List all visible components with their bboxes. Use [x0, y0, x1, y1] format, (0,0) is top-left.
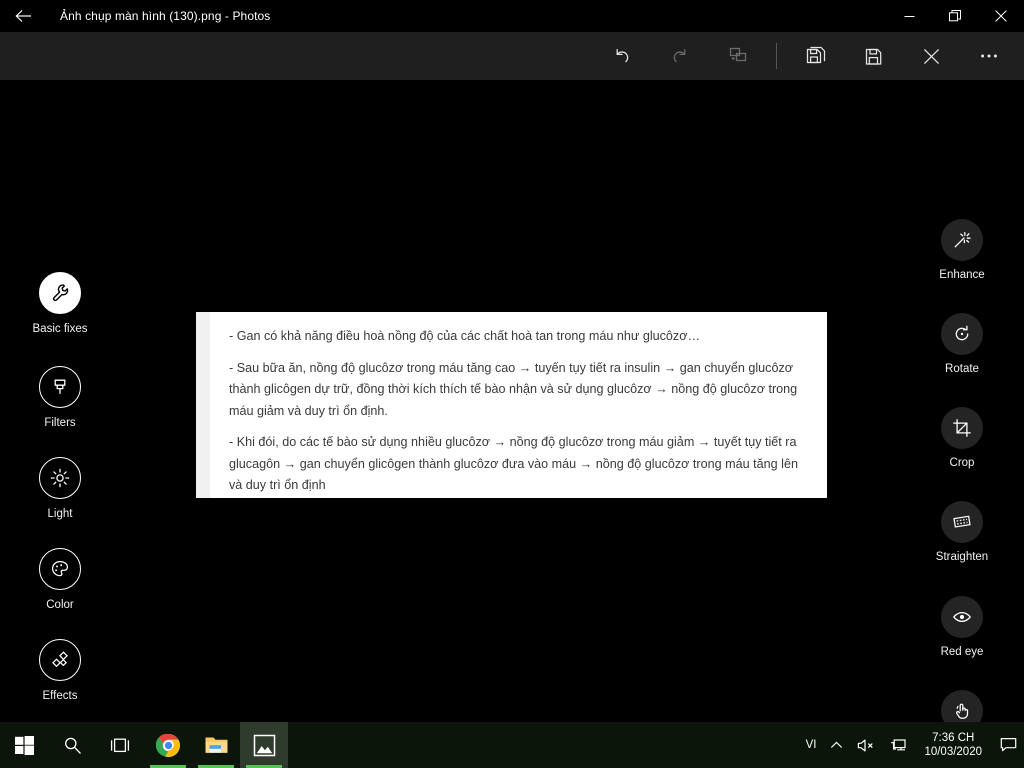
clock-time: 7:36 CH	[932, 732, 975, 744]
photo-image[interactable]: - Gan có khả năng điều hoà nồng độ của c…	[196, 312, 827, 498]
taskbar-item-chrome[interactable]	[144, 722, 192, 768]
editor-toolbar	[0, 32, 1024, 80]
sidebar-item-label: Filters	[44, 417, 76, 429]
rotate-icon	[941, 313, 983, 355]
edit-category-rail: Basic fixes Filters Light Color Effects	[0, 160, 120, 768]
photo-left-gutter	[196, 312, 210, 498]
window-controls	[886, 0, 1024, 32]
sidebar-item-label: Light	[47, 508, 73, 520]
windows-taskbar: VI 7:36 CH 10/03/2020	[0, 722, 1024, 768]
sidebar-item-label: Effects	[42, 690, 78, 702]
eye-icon	[941, 596, 983, 638]
taskbar-item-photos[interactable]	[240, 722, 288, 768]
brush-icon	[39, 366, 81, 408]
magic-wand-icon	[941, 219, 983, 261]
tool-label: Enhance	[939, 269, 985, 281]
photo-canvas: - Gan có khả năng điều hoà nồng độ của c…	[0, 80, 1024, 752]
photo-paragraph: - Sau bữa ăn, nồng độ glucôzơ trong máu …	[229, 360, 798, 418]
close-button[interactable]	[978, 0, 1024, 32]
cancel-button[interactable]	[902, 34, 960, 78]
sidebar-item-label: Basic fixes	[32, 323, 88, 335]
taskbar-item-start[interactable]	[0, 722, 48, 768]
back-button[interactable]	[0, 0, 46, 32]
taskbar-item-task-view[interactable]	[96, 722, 144, 768]
minimize-button[interactable]	[886, 0, 932, 32]
sidebar-item-label: Color	[46, 599, 74, 611]
show-hidden-icons-button[interactable]	[823, 722, 850, 768]
system-tray: VI 7:36 CH 10/03/2020	[799, 722, 1024, 768]
straighten-icon	[941, 501, 983, 543]
network-icon[interactable]	[882, 722, 914, 768]
redo-button[interactable]	[651, 34, 709, 78]
tool-enhance[interactable]: Enhance	[900, 219, 1024, 281]
wrench-icon	[39, 272, 81, 314]
tool-straighten[interactable]: Straighten	[900, 501, 1024, 563]
sidebar-item-color[interactable]: Color	[0, 548, 120, 611]
tool-crop[interactable]: Crop	[900, 407, 1024, 469]
window-title: Ảnh chụp màn hình (130).png - Photos	[60, 9, 271, 23]
tool-rotate[interactable]: Rotate	[900, 313, 1024, 375]
sun-icon	[39, 457, 81, 499]
title-bar: Ảnh chụp màn hình (130).png - Photos	[0, 0, 1024, 32]
sidebar-item-light[interactable]: Light	[0, 457, 120, 520]
tool-red-eye[interactable]: Red eye	[900, 596, 1024, 658]
sidebar-item-basic-fixes[interactable]: Basic fixes	[0, 272, 120, 335]
notification-icon[interactable]	[992, 722, 1024, 768]
crop-icon	[941, 407, 983, 449]
palette-icon	[39, 548, 81, 590]
photos-app-window: Ảnh chụp màn hình (130).png - Photos - G…	[0, 0, 1024, 768]
toolbar-separator	[776, 43, 777, 69]
tool-label: Straighten	[935, 551, 989, 563]
clock[interactable]: 7:36 CH 10/03/2020	[914, 722, 992, 768]
tray-language[interactable]: VI	[799, 722, 824, 768]
diamonds-icon	[39, 639, 81, 681]
taskbar-item-file-explorer[interactable]	[192, 722, 240, 768]
speaker-muted-icon[interactable]	[850, 722, 882, 768]
clock-date: 10/03/2020	[924, 746, 982, 758]
photo-paragraph: - Khi đói, do các tế bào sử dụng nhiều g…	[229, 435, 798, 492]
tool-label: Crop	[949, 457, 975, 469]
taskbar-item-search[interactable]	[48, 722, 96, 768]
more-options-button[interactable]	[960, 34, 1018, 78]
sidebar-item-effects[interactable]: Effects	[0, 639, 120, 702]
save-button[interactable]	[844, 34, 902, 78]
compare-button[interactable]	[709, 34, 767, 78]
tool-label: Rotate	[945, 363, 979, 375]
edit-tools-rail: Enhance Rotate Crop Straighten Red eye	[900, 160, 1024, 768]
tool-label: Red eye	[940, 646, 984, 658]
restore-button[interactable]	[932, 0, 978, 32]
save-copy-button[interactable]	[786, 34, 844, 78]
sidebar-item-filters[interactable]: Filters	[0, 366, 120, 429]
photo-paragraph: - Gan có khả năng điều hoà nồng độ của c…	[229, 329, 701, 343]
photo-text-content: - Gan có khả năng điều hoà nồng độ của c…	[210, 312, 827, 498]
undo-button[interactable]	[593, 34, 651, 78]
